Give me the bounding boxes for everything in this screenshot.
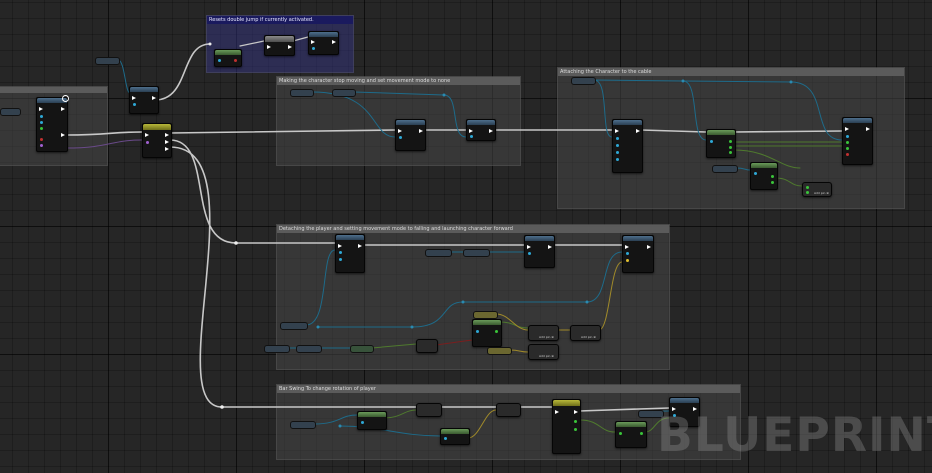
- get-location-node[interactable]: [706, 129, 736, 158]
- event-node[interactable]: [36, 97, 68, 152]
- add-pin-label[interactable]: Add pin ⊕: [581, 335, 596, 339]
- exec-wire: [292, 36, 309, 42]
- variable-getter-node[interactable]: [0, 108, 21, 116]
- make-rotator-node[interactable]: [416, 339, 438, 353]
- vector-wire: [467, 409, 497, 439]
- function-call-node[interactable]: [142, 123, 172, 158]
- make-rotator-node[interactable]: [615, 421, 647, 448]
- reroute-knot: [234, 241, 238, 245]
- make-vector-node[interactable]: Add pin ⊕: [802, 182, 832, 197]
- exec-wire: [169, 139, 237, 244]
- reroute-knot: [208, 42, 212, 46]
- reroute-knot: [461, 300, 465, 304]
- reroute-knot: [338, 424, 342, 428]
- exec-wire: [640, 129, 707, 133]
- set-actor-location-node[interactable]: [842, 117, 873, 165]
- get-variable-node[interactable]: [214, 49, 242, 67]
- exec-wire: [154, 43, 211, 101]
- exec-wire: [169, 129, 396, 134]
- multiply-node[interactable]: Add pin ⊕: [528, 344, 559, 360]
- add-pin-label[interactable]: Add pin ⊕: [539, 354, 554, 358]
- wire-layer: [0, 36, 843, 439]
- variable-getter-node[interactable]: [290, 89, 314, 97]
- struct-wire: [65, 139, 143, 149]
- vector-wire: [598, 261, 623, 331]
- vector-getter-node[interactable]: [473, 311, 498, 319]
- vector-getter-node[interactable]: [487, 347, 512, 355]
- variable-getter-node[interactable]: [296, 345, 322, 353]
- stop-movement-node[interactable]: [395, 119, 426, 151]
- add-pin-label[interactable]: Add pin ⊕: [814, 191, 829, 195]
- set-movement-mode-node[interactable]: [466, 119, 496, 141]
- lerp-node[interactable]: [496, 403, 521, 417]
- variable-getter-node[interactable]: [332, 89, 356, 97]
- break-vector-node[interactable]: [750, 162, 778, 190]
- add-pin-label[interactable]: Add pin ⊕: [539, 335, 554, 339]
- reroute-knot: [410, 325, 414, 329]
- variable-getter-node[interactable]: [425, 249, 452, 257]
- variable-getter-node[interactable]: [290, 421, 316, 429]
- get-forward-vector-node[interactable]: [472, 319, 502, 347]
- lerp-node[interactable]: [416, 403, 442, 417]
- variable-getter-node[interactable]: [571, 77, 596, 85]
- blueprint-watermark: BLUEPRINT: [657, 408, 932, 463]
- bool-wire: [435, 339, 473, 346]
- set-variable-node[interactable]: [308, 31, 339, 55]
- cast-node[interactable]: [129, 86, 159, 114]
- object-wire: [339, 425, 441, 437]
- object-wire: [593, 79, 613, 138]
- launch-character-node[interactable]: [622, 235, 654, 273]
- breakpoint-icon[interactable]: [62, 95, 69, 102]
- blueprint-graph-canvas[interactable]: Resets double jump if currently activate…: [0, 0, 932, 473]
- variable-getter-node[interactable]: [280, 322, 308, 330]
- variable-getter-node[interactable]: [712, 165, 738, 173]
- get-vector-node[interactable]: [440, 428, 470, 445]
- variable-getter-node[interactable]: [95, 57, 120, 65]
- object-wire: [735, 167, 751, 171]
- branch-node[interactable]: [264, 35, 295, 56]
- attach-actor-node[interactable]: [612, 119, 643, 173]
- exec-wire: [65, 131, 143, 136]
- exec-wire: [169, 146, 223, 408]
- get-rotation-node[interactable]: [357, 411, 387, 430]
- reroute-knot: [681, 79, 685, 83]
- reroute-knot: [220, 405, 224, 409]
- vector-wire: [509, 349, 529, 353]
- variable-getter-node[interactable]: [463, 249, 490, 257]
- detach-actor-node[interactable]: [335, 234, 365, 273]
- object-wire: [313, 414, 358, 425]
- multiply-node[interactable]: Add pin ⊕: [528, 325, 559, 341]
- float-wire: [775, 177, 803, 187]
- timeline-node[interactable]: [552, 399, 581, 454]
- reroute-knot: [442, 93, 446, 97]
- reroute-knot: [585, 300, 589, 304]
- float-wire: [384, 409, 417, 419]
- set-movement-mode-node[interactable]: [524, 235, 555, 268]
- reroute-knot: [316, 325, 320, 329]
- variable-getter-node[interactable]: [264, 345, 290, 353]
- float-wire: [579, 419, 616, 433]
- float-getter-node[interactable]: [350, 345, 374, 353]
- exec-wire: [239, 40, 265, 47]
- object-wire: [305, 249, 336, 326]
- reroute-knot: [789, 80, 793, 84]
- add-node[interactable]: Add pin ⊕: [570, 325, 601, 341]
- float-wire: [371, 343, 417, 349]
